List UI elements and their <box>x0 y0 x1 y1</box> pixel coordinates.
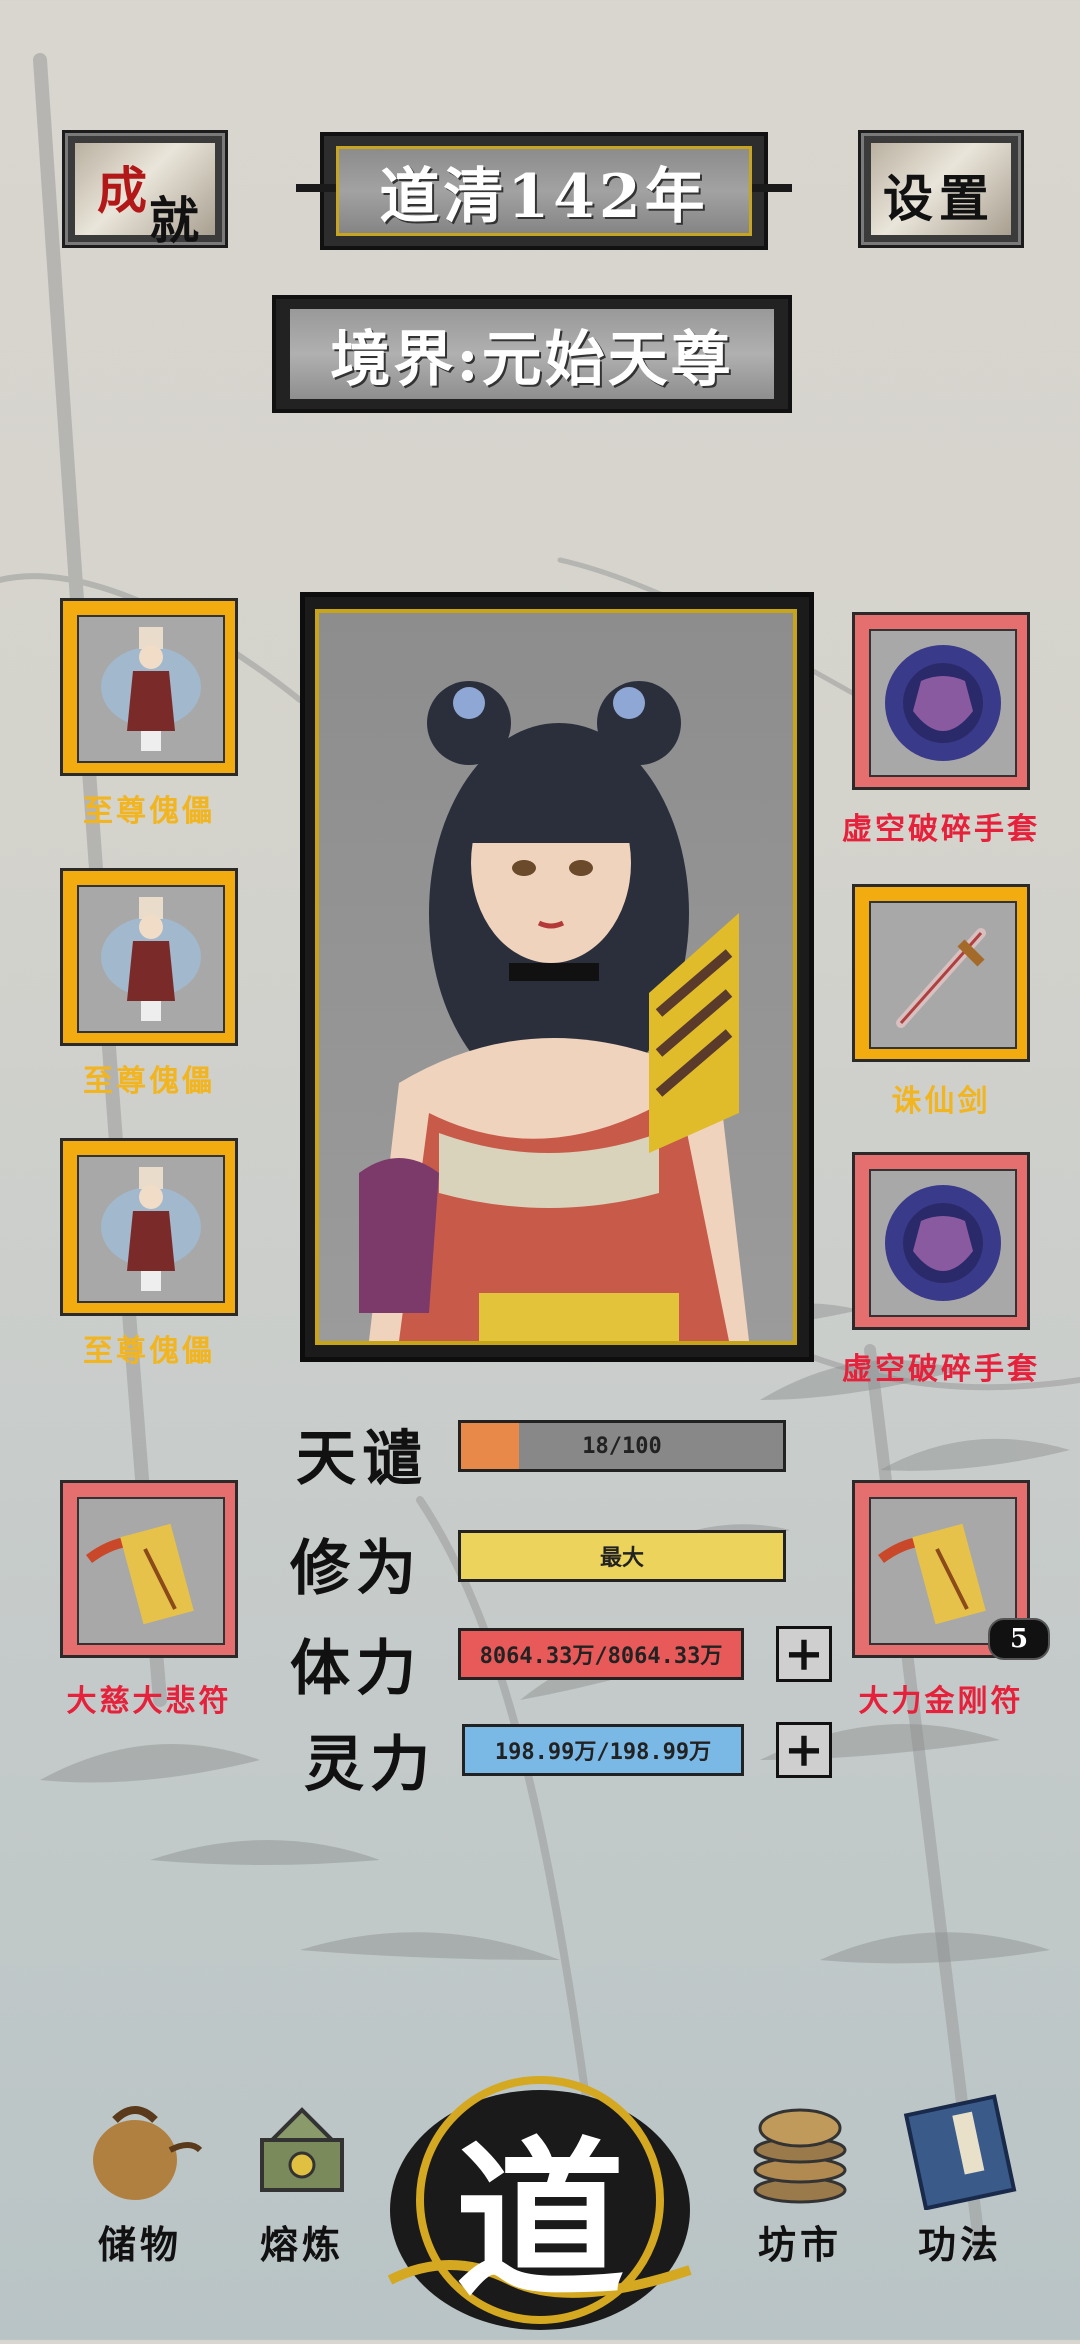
equip-slot-left-3-label: 至尊傀儡 <box>83 1334 215 1369</box>
void-glove-icon <box>869 629 1017 777</box>
lingli-value: 198.99万/198.99万 <box>494 1740 712 1765</box>
talisman-slot-right-label: 大力金刚符 <box>858 1684 1024 1719</box>
talisman-slot-left-label: 大慈大悲符 <box>66 1684 232 1719</box>
book-icon <box>903 2094 1017 2211</box>
tili-label: 体力 <box>290 1634 422 1704</box>
equip-slot-left-1[interactable] <box>60 598 238 776</box>
talisman-scroll-icon <box>77 1497 225 1645</box>
nav-refine[interactable]: 熔炼 <box>232 2080 372 2269</box>
tianqian-bar: 18/100 <box>458 1420 786 1472</box>
puppet-figure-icon <box>77 1155 225 1303</box>
pouch-icon <box>93 2106 203 2200</box>
equip-slot-right-2[interactable] <box>852 884 1030 1062</box>
lingli-label: 灵力 <box>304 1730 436 1800</box>
tili-bar: 8064.33万/8064.33万 <box>458 1628 744 1680</box>
puppet-figure-icon <box>77 885 225 1033</box>
equip-slot-left-1-label: 至尊傀儡 <box>83 794 215 829</box>
tili-value: 8064.33万/8064.33万 <box>479 1644 723 1669</box>
settings-label: 设置 <box>883 169 995 228</box>
nav-storage-label: 储物 <box>97 2222 182 2267</box>
lingli-bar: 198.99万/198.99万 <box>462 1724 744 1776</box>
nav-market-label: 坊市 <box>757 2222 842 2267</box>
nav-skills[interactable]: 功法 <box>890 2080 1030 2269</box>
year-title: 道清142年 <box>336 146 752 236</box>
void-glove-icon <box>869 1169 1017 1317</box>
dao-main-button[interactable]: 道 <box>385 2050 695 2340</box>
nav-skills-label: 功法 <box>917 2222 1002 2267</box>
equip-slot-right-1[interactable] <box>852 612 1030 790</box>
talisman-slot-left[interactable] <box>60 1480 238 1658</box>
achievement-label-2: 就 <box>149 191 199 250</box>
furnace-icon <box>260 2107 344 2192</box>
year-title-plaque: 道清142年 <box>296 132 792 250</box>
equip-slot-left-3[interactable] <box>60 1138 238 1316</box>
tili-plus-button[interactable]: + <box>776 1626 832 1682</box>
puppet-figure-icon <box>77 615 225 763</box>
svg-text:道: 道 <box>455 2121 625 2321</box>
equip-slot-right-3[interactable] <box>852 1152 1030 1330</box>
equip-slot-right-3-label: 虚空破碎手套 <box>842 1352 1040 1387</box>
realm-plaque: 境界:元始天尊 <box>272 295 792 413</box>
equip-slot-left-2[interactable] <box>60 868 238 1046</box>
equip-slot-right-2-label: 诛仙剑 <box>891 1084 991 1119</box>
tianqian-value: 18/100 <box>582 1433 662 1459</box>
equip-slot-right-1-label: 虚空破碎手套 <box>842 812 1040 847</box>
achievement-label-1: 成 <box>97 161 147 220</box>
realm-label: 境界:元始天尊 <box>290 309 774 399</box>
sword-icon <box>869 901 1017 1049</box>
character-portrait-art <box>359 681 749 1341</box>
coins-icon <box>753 2108 847 2204</box>
character-portrait-frame <box>300 592 814 1362</box>
settings-button[interactable]: 设置 <box>858 130 1024 248</box>
xiuwei-value: 最大 <box>599 1546 644 1571</box>
tianqian-label: 天谴 <box>296 1424 428 1494</box>
nav-refine-label: 熔炼 <box>259 2222 344 2267</box>
xiuwei-bar: 最大 <box>458 1530 786 1582</box>
nav-market[interactable]: 坊市 <box>730 2080 870 2269</box>
dao-emblem-icon: 道 <box>387 2076 692 2330</box>
achievement-button[interactable]: 成 就 <box>62 130 228 250</box>
nav-storage[interactable]: 储物 <box>70 2080 210 2269</box>
lingli-plus-button[interactable]: + <box>776 1722 832 1778</box>
xiuwei-label: 修为 <box>290 1534 422 1604</box>
item-count-badge: 5 <box>988 1618 1050 1660</box>
character-portrait <box>315 609 797 1345</box>
equip-slot-left-2-label: 至尊傀儡 <box>83 1064 215 1099</box>
